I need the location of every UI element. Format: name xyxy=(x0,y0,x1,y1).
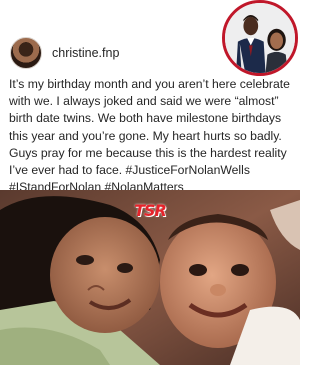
inset-portrait xyxy=(222,0,298,76)
instagram-post: christine.fnp It’s my birthday month and… xyxy=(0,0,300,375)
post-header: christine.fnp xyxy=(10,36,119,70)
inset-portrait-image xyxy=(225,3,295,73)
username[interactable]: christine.fnp xyxy=(52,46,119,60)
tsr-watermark: TSR xyxy=(130,199,170,221)
avatar[interactable] xyxy=(10,37,42,69)
bottom-strip xyxy=(0,365,300,375)
tsr-logo-text: TSR xyxy=(134,200,167,220)
post-caption: It’s my birthday month and you aren’t he… xyxy=(9,77,290,195)
